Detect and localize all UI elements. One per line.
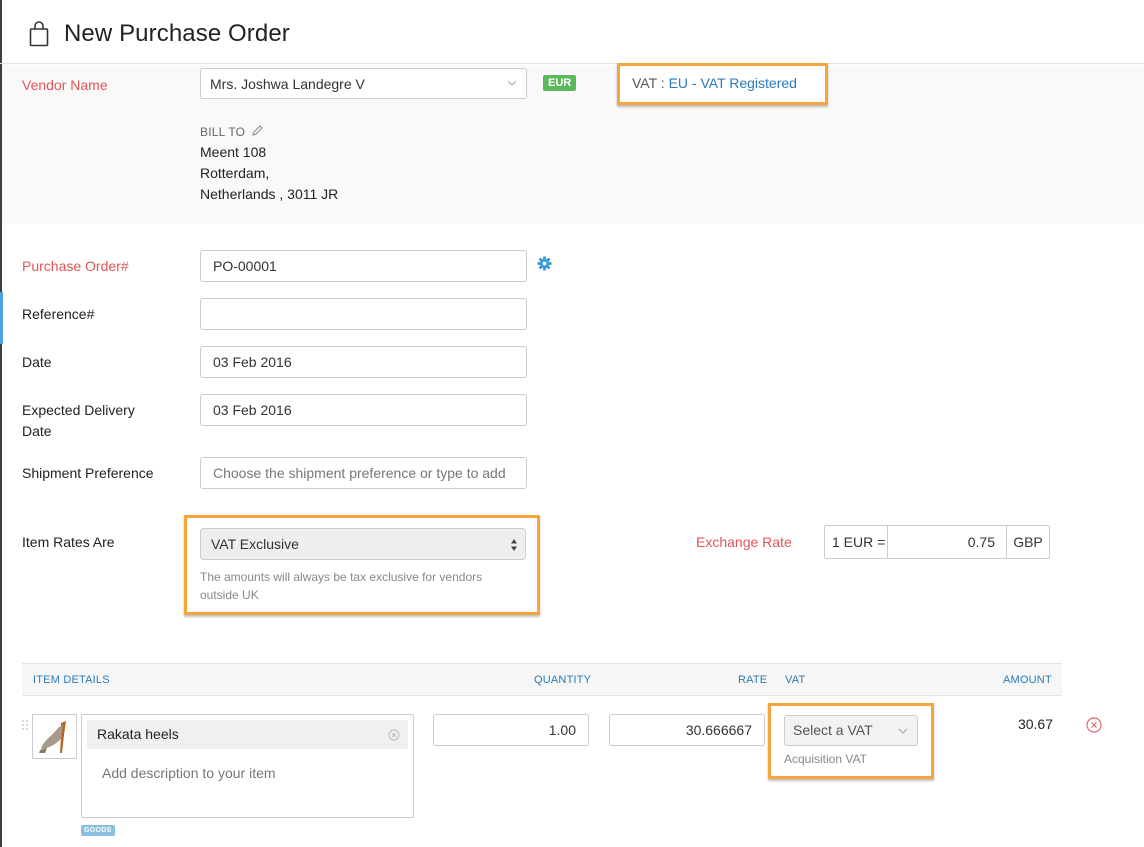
header-amount: AMOUNT [1003, 674, 1052, 686]
exchange-rate-suffix: GBP [1013, 534, 1043, 550]
reference-input[interactable] [200, 298, 527, 330]
vat-treatment-box: VAT : EU - VAT Registered [617, 63, 828, 105]
items-table-header: ITEM DETAILS QUANTITY RATE VAT AMOUNT [22, 663, 1062, 696]
address-line-1: Meent 108 [200, 144, 267, 160]
drag-handle-icon[interactable] [21, 719, 29, 733]
item-description-input[interactable]: Add description to your item [102, 765, 276, 781]
page-title: New Purchase Order [64, 20, 290, 47]
shipment-preference-input[interactable]: Choose the shipment preference or type t… [200, 457, 527, 489]
date-input[interactable]: 03 Feb 2016 [200, 346, 527, 378]
bill-to-label: BILL TO [200, 125, 246, 139]
address-line-3: Netherlands , 3011 JR [200, 186, 339, 202]
amount-value: 30.67 [1017, 716, 1053, 732]
remove-row-icon[interactable] [1086, 717, 1102, 733]
vat-select[interactable]: Select a VAT [784, 715, 918, 746]
item-type-badge: GOODS [81, 825, 115, 836]
chevron-down-icon [898, 728, 908, 734]
exchange-rate-label: Exchange Rate [696, 534, 792, 550]
page-header: New Purchase Order [0, 0, 1144, 64]
vendor-name-label: Vendor Name [22, 77, 108, 93]
vat-treatment-label: VAT : [632, 75, 665, 91]
item-rates-select[interactable]: VAT Exclusive [200, 528, 526, 560]
date-label: Date [22, 354, 52, 370]
address-line-2: Rotterdam, [200, 165, 270, 181]
header-quantity: QUANTITY [534, 674, 592, 686]
shipment-preference-label: Shipment Preference [22, 465, 154, 481]
reference-label: Reference# [22, 306, 95, 322]
exchange-rate-input[interactable]: 0.75 [888, 526, 1007, 558]
item-name-field[interactable]: Rakata heels [87, 720, 408, 749]
exchange-rate-prefix: 1 EUR = [825, 526, 888, 558]
item-rates-value: VAT Exclusive [211, 536, 299, 552]
item-rates-hint: The amounts will always be tax exclusive… [200, 570, 483, 602]
item-details-box: Rakata heels Add description to your ite… [81, 714, 414, 818]
expected-delivery-input[interactable]: 03 Feb 2016 [200, 394, 527, 426]
rate-input[interactable]: 30.666667 [609, 714, 765, 746]
shoe-icon [39, 721, 66, 753]
currency-badge: EUR [543, 75, 577, 91]
item-rates-box: VAT Exclusive The amounts will always be… [184, 515, 540, 615]
vat-hint: Acquisition VAT [784, 752, 867, 766]
purchase-order-input[interactable]: PO-00001 [200, 250, 527, 282]
active-indicator [0, 292, 3, 344]
quantity-input[interactable]: 1.00 [433, 714, 589, 746]
expected-delivery-label-2: Date [22, 423, 52, 439]
gear-icon[interactable] [537, 256, 552, 271]
item-rates-label: Item Rates Are [22, 534, 115, 550]
header-item-details: ITEM DETAILS [33, 674, 110, 686]
shopping-bag-icon [29, 21, 49, 47]
clear-item-icon[interactable] [388, 729, 400, 741]
header-vat: VAT [785, 674, 806, 686]
vendor-name-select[interactable]: Mrs. Joshwa Landegre V [200, 68, 527, 99]
vat-treatment-link[interactable]: EU - VAT Registered [669, 75, 797, 91]
item-name: Rakata heels [97, 726, 179, 742]
vat-select-placeholder: Select a VAT [793, 722, 873, 738]
edit-pencil-icon[interactable] [251, 124, 264, 137]
vat-select-box: Select a VAT Acquisition VAT [768, 703, 934, 779]
purchase-order-label: Purchase Order# [22, 258, 129, 274]
item-image [32, 714, 77, 759]
header-rate: RATE [738, 674, 768, 686]
vendor-name-value: Mrs. Joshwa Landegre V [210, 76, 365, 92]
select-arrows-icon [511, 539, 517, 551]
exchange-rate-group: 1 EUR = 0.75 GBP [824, 525, 1050, 559]
chevron-down-icon [507, 80, 517, 86]
expected-delivery-label: Expected Delivery [22, 402, 135, 418]
